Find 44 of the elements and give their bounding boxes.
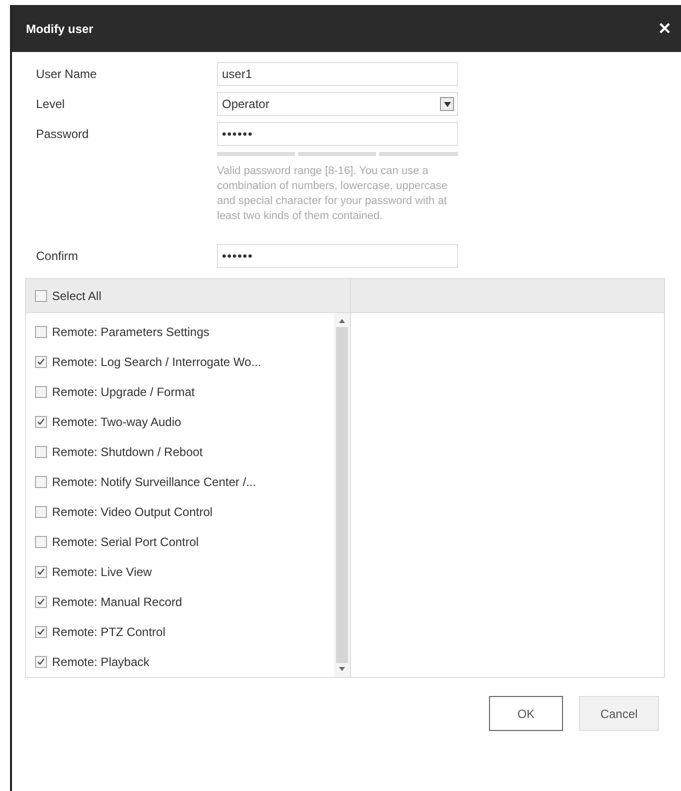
input-field[interactable]: •••••• <box>217 122 458 146</box>
close-button[interactable]: ✕ <box>654 18 675 38</box>
caret-icon <box>440 97 454 111</box>
checkbox[interactable] <box>35 506 47 518</box>
select-all-label: Select All <box>52 288 102 302</box>
permission-label: Remote: Upgrade / Format <box>52 385 195 399</box>
checkbox[interactable] <box>35 326 47 338</box>
scrollbar[interactable] <box>334 313 350 677</box>
permission-label: Remote: Video Output Control <box>52 505 213 519</box>
checkbox[interactable] <box>35 386 47 398</box>
checkbox[interactable] <box>35 476 47 488</box>
permission-label: Remote: Playback <box>52 655 150 669</box>
permission-label: Remote: Shutdown / Reboot <box>52 445 203 459</box>
password-hint: Valid password range [8-16]. You can use a combination of numbers, lowercase, uppercase and special character for your password with at least two kinds of them contained. <box>217 164 449 224</box>
permission-label: Remote: Parameters Settings <box>52 325 210 339</box>
permission-label: Remote: Two-way Audio <box>52 415 182 429</box>
permission-label: Remote: Serial Port Control <box>52 535 199 549</box>
scroll-up-icon[interactable] <box>339 319 345 323</box>
input-field[interactable]: user1 <box>217 62 458 86</box>
field-label: Password <box>36 126 90 143</box>
input-field[interactable]: •••••• <box>217 244 458 268</box>
scroll-thumb[interactable] <box>336 327 348 663</box>
checkbox[interactable] <box>35 290 47 302</box>
permission-label: Remote: Live View <box>52 565 152 579</box>
checkbox[interactable] <box>35 626 47 638</box>
field-label: User Name <box>36 66 98 83</box>
select-field[interactable]: Operator <box>217 92 458 116</box>
ok-button[interactable]: OK <box>489 696 563 731</box>
checkbox[interactable] <box>35 446 47 458</box>
field-label: Level <box>36 96 66 113</box>
checkbox[interactable] <box>35 416 47 428</box>
checkbox[interactable] <box>35 596 47 608</box>
cancel-button[interactable]: Cancel <box>579 696 659 731</box>
scroll-down-icon[interactable] <box>339 667 345 671</box>
dialog-title: Modify user <box>26 22 94 36</box>
permission-label: Remote: PTZ Control <box>52 625 166 639</box>
permission-label: Remote: Notify Surveillance Center /... <box>52 475 256 489</box>
checkbox[interactable] <box>35 656 47 668</box>
checkbox[interactable] <box>35 566 47 578</box>
checkbox[interactable] <box>35 536 47 548</box>
permission-label: Remote: Log Search / Interrogate Wo... <box>52 355 262 369</box>
checkbox[interactable] <box>35 356 47 368</box>
field-label: Confirm <box>36 248 80 265</box>
permission-label: Remote: Manual Record <box>52 595 182 609</box>
